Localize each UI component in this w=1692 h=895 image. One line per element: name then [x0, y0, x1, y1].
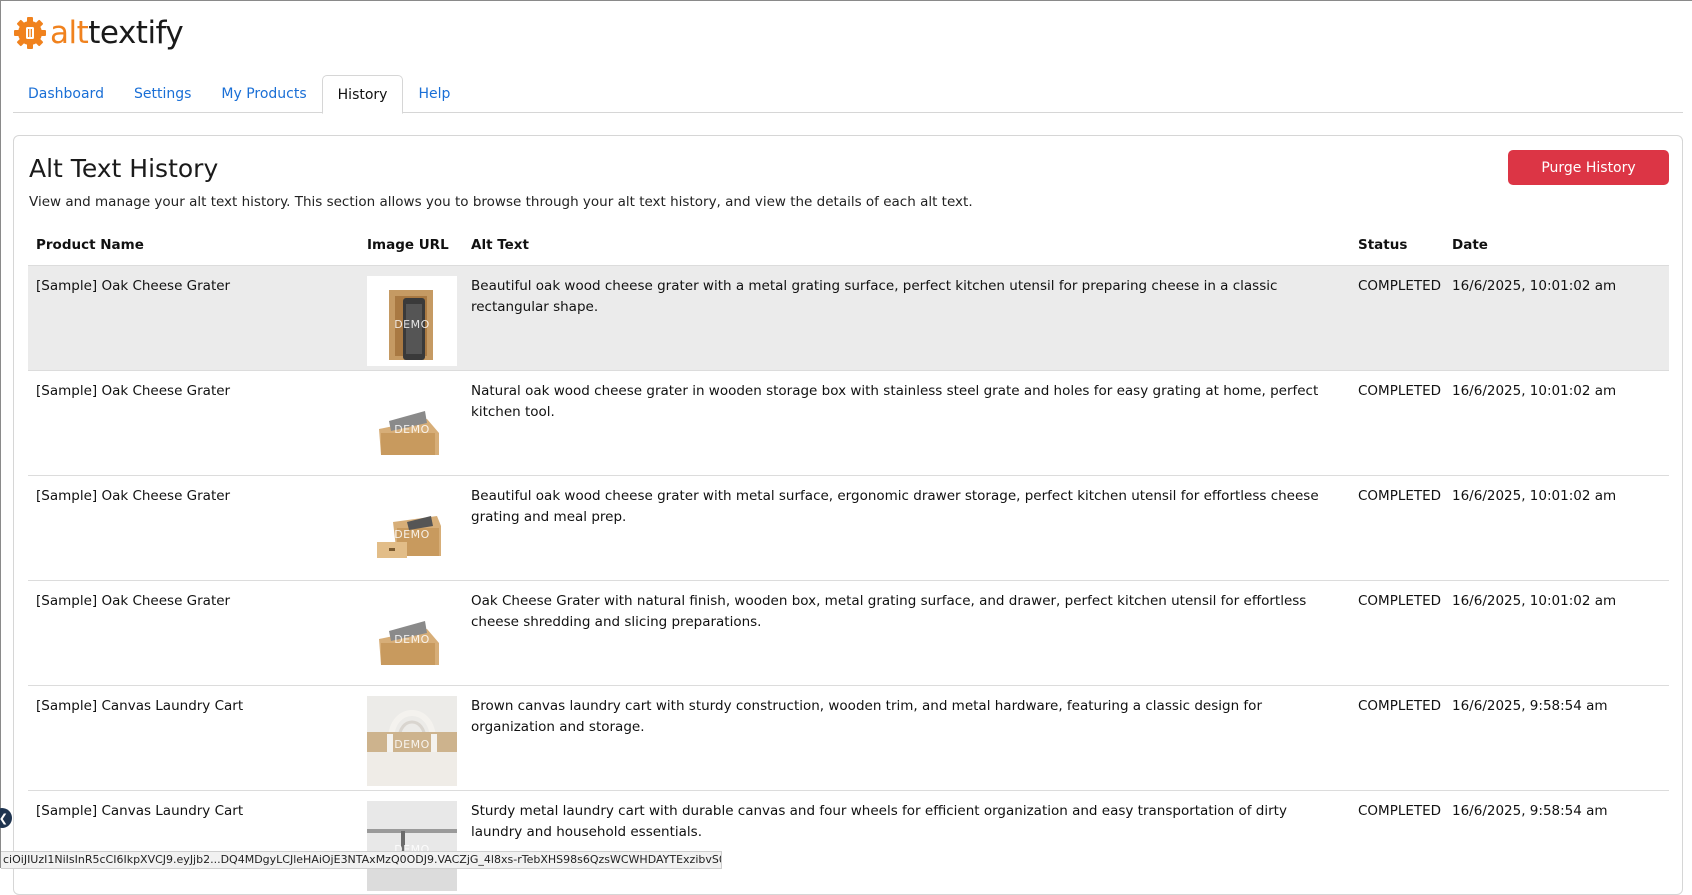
tab-history[interactable]: History: [321, 75, 404, 114]
app-logo[interactable]: alttextify: [12, 15, 184, 51]
alt-text-cell: Beautiful oak wood cheese grater with a …: [463, 264, 1350, 370]
product-thumbnail[interactable]: DEMO: [367, 380, 457, 471]
table-row[interactable]: [Sample] Canvas Laundry Cart DEMO Brown …: [28, 684, 1669, 790]
demo-watermark: DEMO: [394, 422, 430, 436]
demo-watermark: DEMO: [394, 737, 430, 751]
table-row[interactable]: [Sample] Oak Cheese Grater DEMO Natural …: [28, 369, 1669, 475]
purge-history-button[interactable]: Purge History: [1508, 150, 1669, 185]
header-status[interactable]: Status: [1350, 225, 1444, 265]
product-thumbnail[interactable]: DEMO: [367, 485, 457, 576]
header-product-name[interactable]: Product Name: [28, 225, 359, 265]
image-cell[interactable]: DEMO: [359, 789, 463, 895]
product-name-cell: [Sample] Oak Cheese Grater: [28, 579, 359, 685]
status-cell: COMPLETED: [1350, 579, 1444, 685]
status-cell: COMPLETED: [1350, 474, 1444, 580]
status-cell: COMPLETED: [1350, 789, 1444, 895]
header-image-url[interactable]: Image URL: [359, 225, 463, 265]
status-cell: COMPLETED: [1350, 369, 1444, 475]
collapse-sidebar-button[interactable]: ❮: [0, 808, 12, 828]
page-title: Alt Text History: [29, 154, 219, 183]
product-thumbnail[interactable]: DEMO: [367, 695, 457, 786]
product-name-cell: [Sample] Canvas Laundry Cart: [28, 684, 359, 790]
logo-wordmark: alttextify: [50, 15, 184, 51]
image-cell[interactable]: DEMO: [359, 579, 463, 685]
header-date[interactable]: Date: [1444, 225, 1669, 265]
date-cell: 16/6/2025, 9:58:54 am: [1444, 684, 1669, 790]
alt-text-cell: Natural oak wood cheese grater in wooden…: [463, 369, 1350, 475]
browser-status-url: ciOiJIUzI1NiIsInR5cCI6IkpXVCJ9.eyJjb2...…: [1, 851, 722, 869]
product-name-cell: [Sample] Oak Cheese Grater: [28, 369, 359, 475]
main-tabs: Dashboard Settings My Products History H…: [13, 75, 1683, 114]
date-cell: 16/6/2025, 10:01:02 am: [1444, 369, 1669, 475]
demo-watermark: DEMO: [394, 632, 430, 646]
history-table: Product Name Image URL Alt Text Status D…: [28, 225, 1669, 895]
alt-text-cell: Sturdy metal laundry cart with durable c…: [463, 789, 1350, 895]
demo-watermark: DEMO: [394, 527, 430, 541]
app-frame: alttextify Dashboard Settings My Product…: [0, 0, 1692, 895]
alt-text-cell: Oak Cheese Grater with natural finish, w…: [463, 579, 1350, 685]
date-cell: 16/6/2025, 10:01:02 am: [1444, 579, 1669, 685]
date-cell: 16/6/2025, 10:01:02 am: [1444, 474, 1669, 580]
product-thumbnail[interactable]: DEMO: [367, 800, 457, 891]
table-row[interactable]: [Sample] Oak Cheese Grater DEMO Oak Chee…: [28, 579, 1669, 685]
date-cell: 16/6/2025, 10:01:02 am: [1444, 264, 1669, 370]
image-cell[interactable]: DEMO: [359, 369, 463, 475]
chevron-left-icon: ❮: [0, 812, 8, 825]
image-cell[interactable]: DEMO: [359, 474, 463, 580]
header-alt-text[interactable]: Alt Text: [463, 225, 1350, 265]
status-cell: COMPLETED: [1350, 264, 1444, 370]
tab-my-products[interactable]: My Products: [206, 75, 321, 113]
product-thumbnail[interactable]: DEMO: [367, 275, 457, 366]
tab-dashboard[interactable]: Dashboard: [13, 75, 119, 113]
page-description: View and manage your alt text history. T…: [29, 194, 973, 210]
image-cell[interactable]: DEMO: [359, 684, 463, 790]
table-row[interactable]: [Sample] Oak Cheese Grater DEMO Beautifu…: [28, 264, 1669, 370]
image-cell[interactable]: DEMO: [359, 264, 463, 370]
tab-settings[interactable]: Settings: [119, 75, 206, 113]
product-name-cell: [Sample] Canvas Laundry Cart: [28, 789, 359, 895]
date-cell: 16/6/2025, 9:58:54 am: [1444, 789, 1669, 895]
gear-icon: [14, 17, 46, 49]
product-name-cell: [Sample] Oak Cheese Grater: [28, 264, 359, 370]
product-thumbnail[interactable]: DEMO: [367, 590, 457, 681]
tab-help[interactable]: Help: [403, 75, 465, 113]
status-cell: COMPLETED: [1350, 684, 1444, 790]
table-row[interactable]: [Sample] Canvas Laundry Cart DEMO Sturdy…: [28, 789, 1669, 895]
product-name-cell: [Sample] Oak Cheese Grater: [28, 474, 359, 580]
history-card: Alt Text History View and manage your al…: [13, 135, 1683, 895]
alt-text-cell: Beautiful oak wood cheese grater with me…: [463, 474, 1350, 580]
table-header-row: Product Name Image URL Alt Text Status D…: [28, 225, 1669, 265]
alt-text-cell: Brown canvas laundry cart with sturdy co…: [463, 684, 1350, 790]
table-row[interactable]: [Sample] Oak Cheese Grater DEMO Beautifu…: [28, 474, 1669, 580]
demo-watermark: DEMO: [394, 317, 430, 331]
